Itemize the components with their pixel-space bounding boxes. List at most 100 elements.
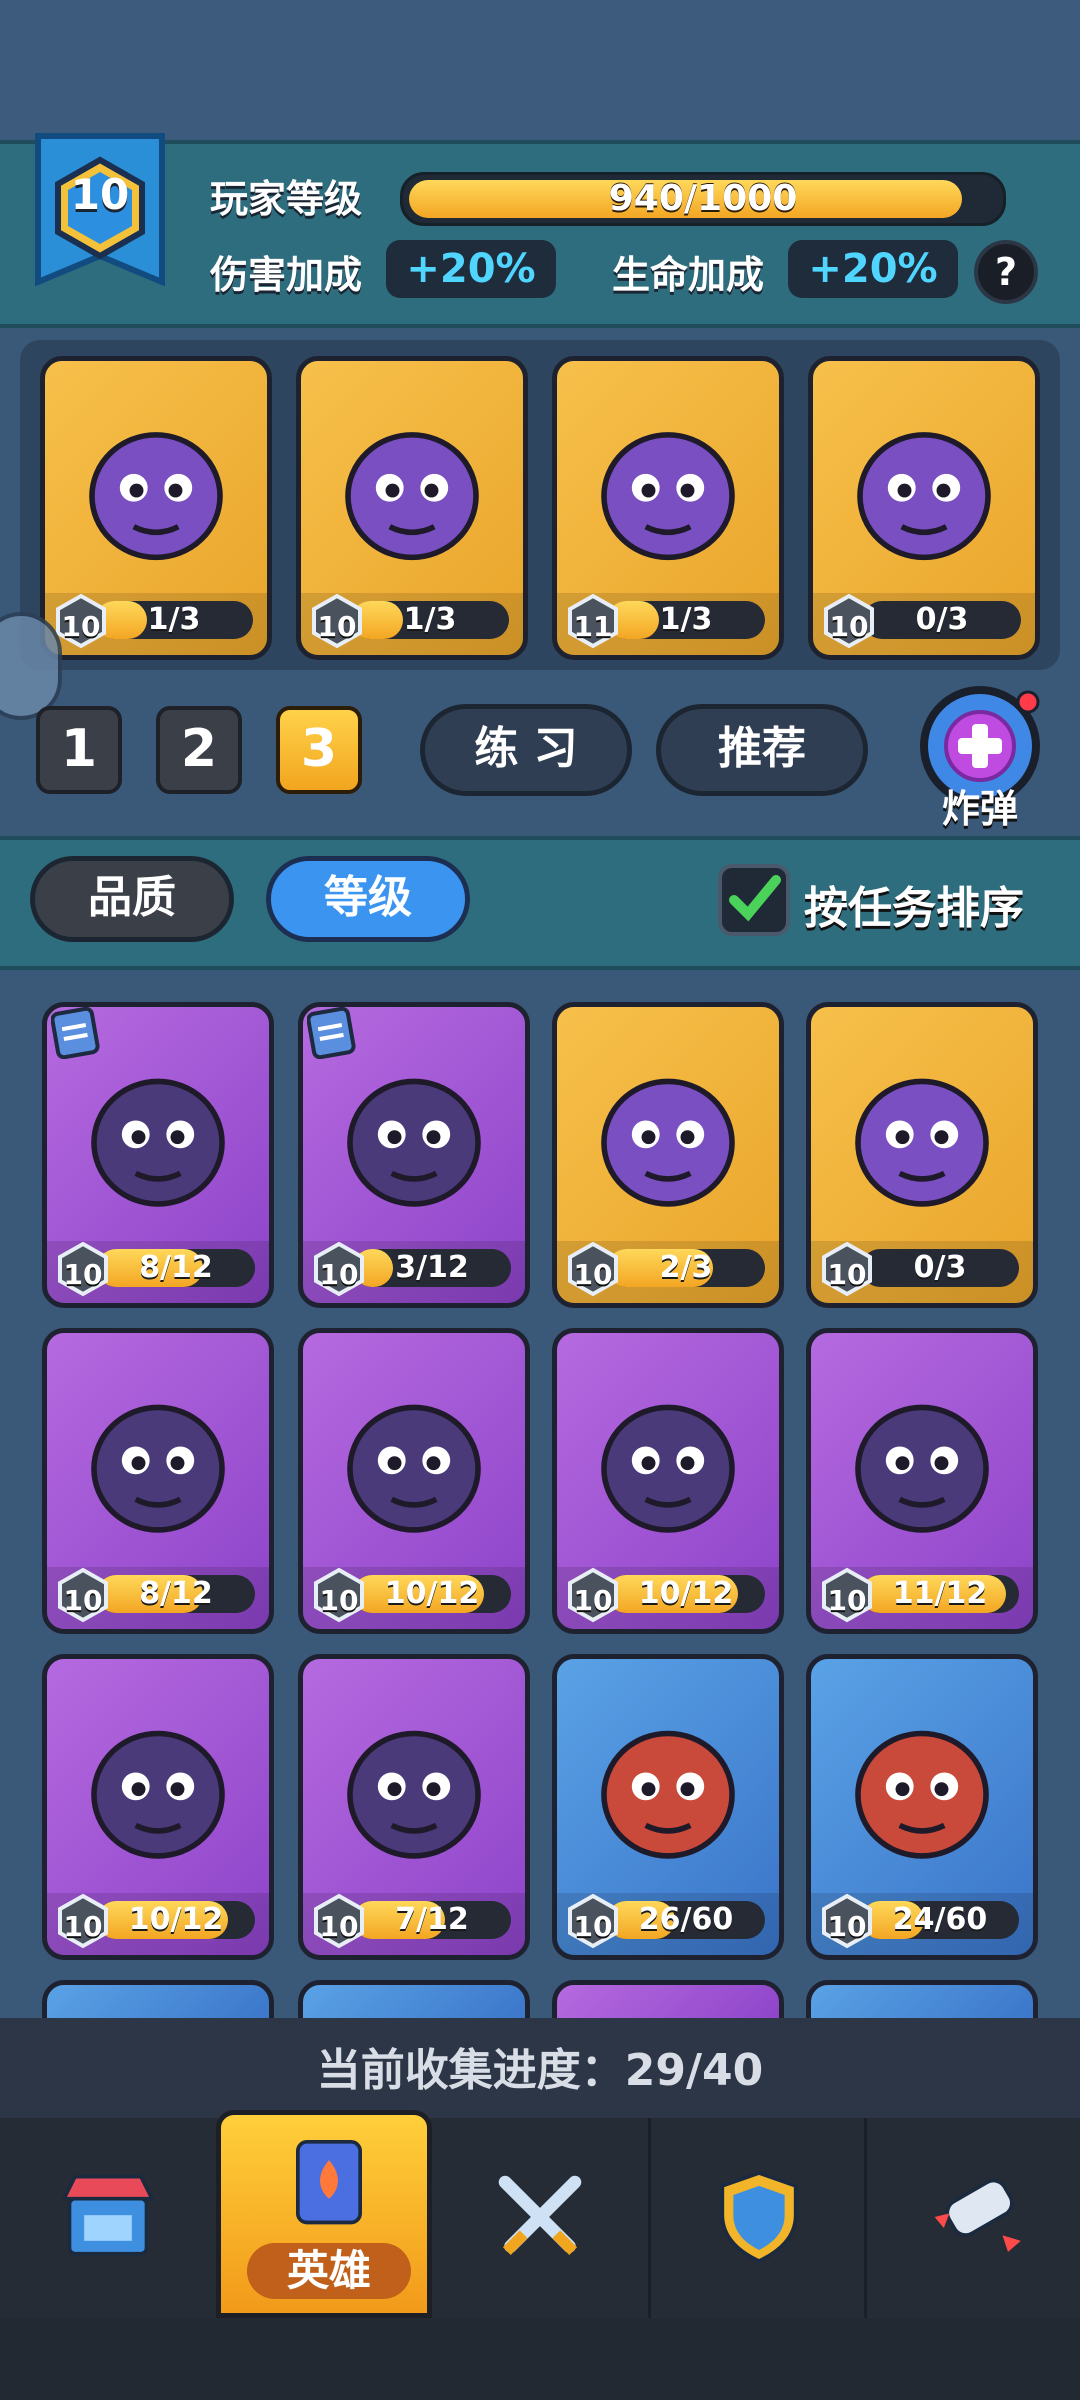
card-progress-text: 0/3 — [913, 1250, 967, 1285]
card-progress-bar: 10/12 — [97, 1901, 255, 1939]
hero-card[interactable]: 8/12 10 — [42, 1328, 274, 1634]
nav-button-hero-card[interactable]: 英雄 — [216, 2110, 432, 2318]
card-level-text: 10 — [829, 610, 869, 643]
side-float-button[interactable] — [0, 612, 62, 720]
card-progress-bar: 10/12 — [607, 1575, 765, 1613]
card-level-text: 10 — [827, 1258, 867, 1291]
hero-card[interactable]: 7/12 10 — [298, 1654, 530, 1960]
quality-filter-button[interactable]: 品质 — [30, 856, 234, 942]
tiger-hero-icon — [91, 1730, 225, 1859]
team-hero-card[interactable]: 1/3 11 — [552, 356, 784, 660]
card-progress-text: 24/60 — [892, 1902, 988, 1937]
team-hero-card[interactable]: 1/3 10 — [40, 356, 272, 660]
recommend-button[interactable]: 推荐 — [656, 704, 868, 796]
ninja-hero-icon — [855, 1404, 989, 1533]
card-progress-bar: 7/12 — [353, 1901, 511, 1939]
hp-bonus-label: 生命加成 — [612, 253, 765, 297]
hero-card[interactable]: 24/60 10 — [806, 1654, 1038, 1960]
team-hero-card[interactable]: 1/3 10 — [296, 356, 528, 660]
hero-card-icon — [296, 2140, 362, 2225]
top-background — [0, 0, 1080, 140]
hero-card[interactable]: 2/3 10 — [552, 1002, 784, 1308]
practice-button[interactable]: 练 习 — [420, 704, 632, 796]
card-progress-text: 10/12 — [384, 1576, 480, 1611]
cat-hero-icon — [345, 432, 479, 561]
card-level-text: 10 — [63, 1258, 103, 1291]
nav-label: 英雄 — [247, 2243, 411, 2299]
sort-checkbox-icon[interactable] — [716, 862, 792, 938]
card-level-text: 10 — [317, 610, 357, 643]
card-level-text: 11 — [573, 610, 613, 643]
sort-by-task-label[interactable]: 按任务排序 — [804, 872, 1024, 936]
card-progress-bar: 2/3 — [607, 1249, 765, 1287]
card-progress-text: 10/12 — [638, 1576, 734, 1611]
card-level-text: 10 — [63, 1910, 103, 1943]
deck-tab-1[interactable]: 1 — [36, 706, 122, 794]
card-progress-bar: 8/12 — [97, 1575, 255, 1613]
hero-card[interactable]: 0/3 10 — [806, 1002, 1038, 1308]
nav-button-shop[interactable] — [0, 2118, 216, 2318]
card-progress-bar: 1/3 — [607, 601, 765, 639]
player-xp-text: 940/1000 — [608, 178, 798, 219]
card-progress-bar: 3/12 — [353, 1249, 511, 1287]
fire-hero-icon — [91, 1078, 225, 1207]
gauntlet-icon — [934, 2178, 1021, 2252]
card-level-text: 10 — [827, 1910, 867, 1943]
card-progress-bar: 26/60 — [607, 1901, 765, 1939]
hero-card[interactable]: 11/12 10 — [806, 1328, 1038, 1634]
card-level-text: 10 — [63, 1584, 103, 1617]
shop-icon — [61, 2174, 155, 2256]
card-progress-bar: 10/12 — [353, 1575, 511, 1613]
card-level-text: 10 — [319, 1584, 359, 1617]
card-progress-text: 0/3 — [915, 602, 969, 637]
birds-hero-icon — [855, 1730, 989, 1859]
task-clipboard-icon — [51, 1007, 100, 1059]
hero-card[interactable]: 26/60 10 — [552, 1654, 784, 1960]
hero-card[interactable]: 10/12 10 — [42, 1654, 274, 1960]
card-progress-bar: 1/3 — [351, 601, 509, 639]
team-hero-card[interactable]: 0/3 10 — [808, 356, 1040, 660]
nav-button-crossed-swords[interactable] — [432, 2118, 648, 2318]
task-clipboard-icon — [307, 1007, 356, 1059]
deck-tab-2[interactable]: 2 — [156, 706, 242, 794]
card-progress-bar: 0/3 — [863, 601, 1021, 639]
damage-bonus-label: 伤害加成 — [210, 253, 363, 297]
help-button[interactable]: ? — [974, 240, 1038, 304]
card-level-text: 10 — [319, 1258, 359, 1291]
card-progress-text: 8/12 — [139, 1250, 213, 1285]
vampire-hero-icon — [601, 432, 735, 561]
spider-hero-icon — [89, 432, 223, 561]
card-level-text: 10 — [573, 1910, 613, 1943]
nav-button-gauntlet[interactable] — [864, 2118, 1080, 2318]
card-progress-text: 2/3 — [659, 1250, 713, 1285]
card-level-text: 10 — [573, 1258, 613, 1291]
hp-bonus-value: +20% — [788, 240, 958, 298]
bottom-strip — [0, 2318, 1080, 2400]
card-progress-text: 3/12 — [395, 1250, 469, 1285]
nav-button-guild-shield[interactable] — [648, 2118, 864, 2318]
viking-hero-icon — [601, 1730, 735, 1859]
card-level-text: 10 — [827, 1584, 867, 1617]
orc-hero-icon — [91, 1404, 225, 1533]
card-progress-text: 7/12 — [395, 1902, 469, 1937]
hero-card[interactable]: 8/12 10 — [42, 1002, 274, 1308]
masked-hero-icon — [855, 1078, 989, 1207]
card-progress-bar: 11/12 — [861, 1575, 1019, 1613]
card-progress-text: 1/3 — [659, 602, 713, 637]
card-progress-text: 1/3 — [147, 602, 201, 637]
card-level-text: 10 — [319, 1910, 359, 1943]
ice-queen-hero-icon — [347, 1730, 481, 1859]
deck-tab-3[interactable]: 3 — [276, 706, 362, 794]
hero-card[interactable]: 3/12 10 — [298, 1002, 530, 1308]
level-filter-button[interactable]: 等级 — [266, 856, 470, 942]
guild-shield-icon — [720, 2171, 798, 2264]
hero-card[interactable]: 10/12 10 — [552, 1328, 784, 1634]
card-progress-text: 26/60 — [638, 1902, 734, 1937]
minotaur-hero-icon — [347, 1078, 481, 1207]
damage-bonus-value: +20% — [386, 240, 556, 298]
hero-card[interactable]: 10/12 10 — [298, 1328, 530, 1634]
slime-hero-icon — [601, 1404, 735, 1533]
card-progress-text: 8/12 — [139, 1576, 213, 1611]
yeti-hero-icon — [347, 1404, 481, 1533]
card-progress-bar: 0/3 — [861, 1249, 1019, 1287]
